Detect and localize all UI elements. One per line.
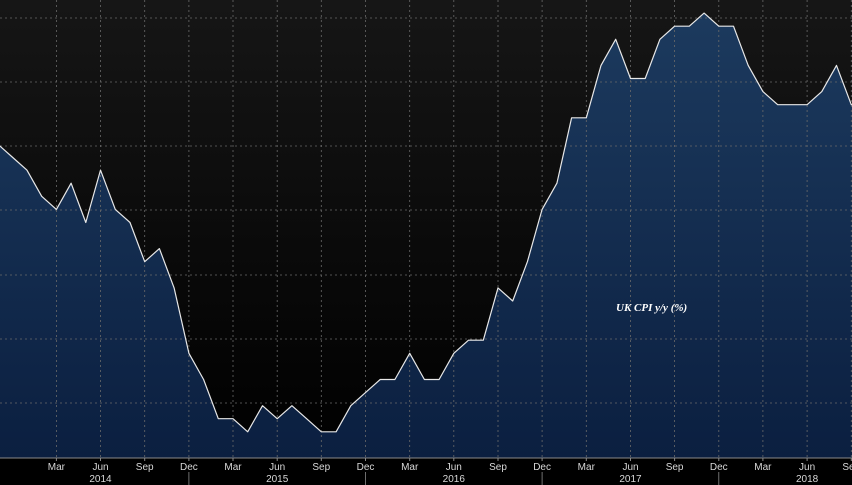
x-year-label: 2014 (89, 474, 112, 485)
x-tick-label: Sep (842, 462, 852, 473)
x-tick-label: Jun (269, 462, 285, 473)
x-tick-label: Dec (180, 462, 198, 473)
x-tick-label: Dec (710, 462, 728, 473)
x-tick-label: Mar (578, 462, 596, 473)
x-tick-label: Mar (224, 462, 242, 473)
x-tick-label: Sep (312, 462, 330, 473)
x-tick-label: Jun (92, 462, 108, 473)
x-year-label: 2018 (796, 474, 819, 485)
x-tick-label: Jun (799, 462, 815, 473)
x-tick-label: Dec (533, 462, 551, 473)
x-tick-label: Jun (446, 462, 462, 473)
x-year-label: 2017 (619, 474, 642, 485)
x-tick-label: Dec (357, 462, 375, 473)
chart-annotation: UK CPI y/y (%) (616, 302, 687, 314)
x-year-label: 2015 (266, 474, 289, 485)
x-tick-label: Mar (401, 462, 419, 473)
x-tick-label: Sep (489, 462, 507, 473)
x-tick-label: Mar (48, 462, 66, 473)
x-tick-label: Mar (754, 462, 772, 473)
x-tick-label: Sep (666, 462, 684, 473)
uk-cpi-chart: Mar Jun Sep Dec Mar Jun Sep Dec Mar Jun Sep Dec Mar J… (0, 0, 852, 485)
x-tick-label: Sep (136, 462, 154, 473)
x-tick-label: Jun (622, 462, 638, 473)
x-year-label: 2016 (443, 474, 466, 485)
